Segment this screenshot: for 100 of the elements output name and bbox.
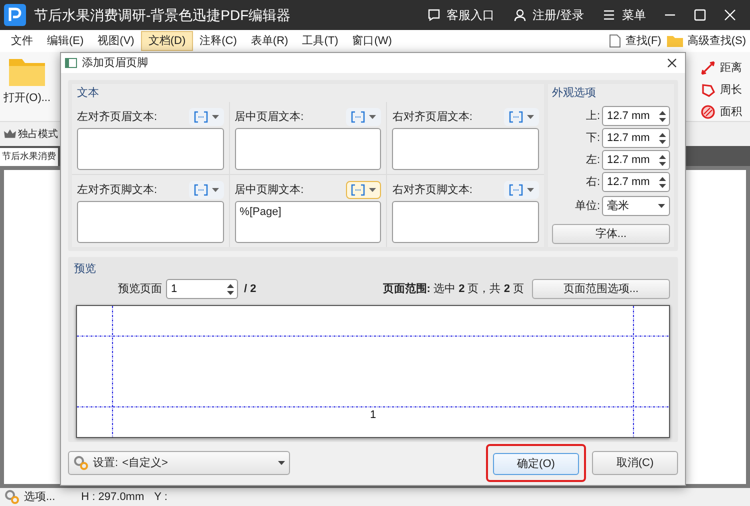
- title-bar-button[interactable]: 注册/登录: [512, 6, 584, 24]
- preview-page-label: 预览页面: [118, 282, 162, 297]
- search-button[interactable]: 查找(F): [609, 32, 662, 50]
- options-button[interactable]: 选项...: [4, 488, 56, 506]
- section-heading: 外观选项: [552, 86, 597, 101]
- title-bar-button[interactable]: 菜单: [602, 6, 646, 24]
- section-heading: 预览: [73, 262, 97, 277]
- field-label: 居中页脚文本:: [234, 182, 304, 198]
- menu-item[interactable]: 表单(R): [244, 31, 296, 51]
- margin-label: 上:: [586, 108, 600, 124]
- text-area[interactable]: %[Page]: [234, 201, 382, 243]
- spin-field[interactable]: 12.7 mm: [602, 128, 670, 148]
- caret-icon: [527, 188, 534, 192]
- window-icon: [65, 58, 77, 68]
- font-button[interactable]: 字体...: [552, 224, 670, 244]
- text-area[interactable]: [392, 201, 540, 243]
- spin-field[interactable]: 12.7 mm: [602, 150, 670, 170]
- page-number-text: 1: [370, 408, 376, 422]
- advanced-search-button[interactable]: 高级查找(S): [667, 32, 746, 50]
- menu-item[interactable]: 视图(V): [90, 31, 142, 51]
- gears-icon: [73, 455, 89, 471]
- text-area[interactable]: [234, 128, 382, 170]
- field-label: 左对齐页脚文本:: [77, 182, 158, 198]
- menu-item[interactable]: 文档(D): [141, 31, 193, 51]
- ruler-arrow-icon: [700, 60, 716, 76]
- title-bar-button[interactable]: 客服入口: [426, 6, 495, 24]
- user-icon: [512, 8, 527, 22]
- spinner-arrows-icon: [227, 284, 234, 294]
- macro-icon: [351, 111, 366, 123]
- chat-icon: [426, 8, 441, 22]
- caret-icon: [278, 461, 285, 465]
- caret-icon: [369, 115, 376, 119]
- folder-icon: [9, 56, 45, 86]
- hatched-circle-icon: [700, 104, 716, 120]
- close-icon[interactable]: [667, 58, 677, 68]
- spinner-arrows-icon: [659, 176, 666, 188]
- spin-field[interactable]: 12.7 mm: [602, 106, 670, 126]
- settings-dropdown[interactable]: 设置: <自定义>: [68, 451, 290, 475]
- caret-icon: [212, 188, 219, 192]
- field-label: 居中页眉文本:: [234, 110, 304, 125]
- field-label: 左对齐页眉文本:: [77, 110, 158, 125]
- caret-icon: [212, 115, 219, 119]
- page-total-text: / 2: [244, 282, 256, 297]
- menu-item[interactable]: 注释(C): [192, 31, 244, 51]
- menu-item[interactable]: 文件: [4, 31, 40, 51]
- page-range-text: 页面范围: 选中 2 页，共 2 页: [382, 282, 524, 297]
- window-title: 节后水果消费调研-背景色迅捷PDF编辑器: [34, 6, 291, 24]
- menu-icon: [602, 8, 616, 22]
- field-label: 右对齐页脚文本:: [392, 182, 472, 198]
- text-area[interactable]: [77, 128, 224, 170]
- macro-icon: [509, 111, 524, 123]
- polygon-icon: [700, 82, 716, 98]
- y-coordinate-text: Y :: [154, 490, 168, 505]
- section-heading: 文本: [76, 86, 100, 101]
- macro-icon: [509, 184, 524, 196]
- document-tab[interactable]: 节后水果消费: [0, 148, 58, 166]
- ok-button[interactable]: 确定(O): [493, 453, 579, 476]
- document-icon: [609, 34, 622, 48]
- spinner-arrows-icon: [659, 110, 666, 122]
- unit-label: 单位:: [574, 198, 600, 214]
- cancel-button[interactable]: 取消(C): [592, 451, 678, 475]
- spinner-arrows-icon: [659, 154, 666, 166]
- maximize-icon[interactable]: [694, 9, 706, 21]
- gears-icon: [4, 489, 20, 505]
- measure-tool-button[interactable]: 周长: [700, 80, 742, 100]
- text-area[interactable]: [392, 128, 540, 170]
- insert-macro-button[interactable]: [346, 108, 382, 126]
- folder-icon: [667, 35, 684, 47]
- app-logo-icon: [4, 4, 26, 26]
- insert-macro-button[interactable]: [504, 181, 540, 199]
- margin-label: 下:: [586, 130, 600, 146]
- dialog-title: 添加页眉页脚: [82, 56, 148, 71]
- field-label: 右对齐页眉文本:: [392, 110, 472, 125]
- insert-macro-button[interactable]: [188, 108, 224, 126]
- exclusive-mode-button[interactable]: 独占模式: [4, 126, 58, 142]
- menu-item[interactable]: 工具(T): [295, 31, 346, 51]
- spinner-arrows-icon: [659, 132, 666, 144]
- margin-label: 右:: [586, 174, 600, 190]
- menu-item[interactable]: 窗口(W): [345, 31, 399, 51]
- text-area[interactable]: [77, 201, 224, 243]
- menu-item[interactable]: 编辑(E): [40, 31, 91, 51]
- spin-field[interactable]: 1: [166, 279, 238, 299]
- macro-icon: [194, 184, 208, 196]
- spin-field[interactable]: 12.7 mm: [602, 172, 670, 192]
- insert-macro-button[interactable]: [188, 181, 224, 199]
- unit-dropdown[interactable]: 毫米: [602, 196, 670, 216]
- page-height-text: H : 297.0mm: [81, 490, 144, 505]
- measure-tool-button[interactable]: 距离: [700, 58, 742, 78]
- macro-icon: [194, 111, 208, 123]
- margin-label: 左:: [586, 152, 600, 168]
- insert-macro-button[interactable]: [504, 108, 540, 126]
- crown-icon: [4, 128, 16, 140]
- caret-icon: [527, 115, 534, 119]
- open-button[interactable]: 打开(O)...: [4, 56, 50, 106]
- caret-icon: [369, 188, 376, 192]
- page-range-options-button[interactable]: 页面范围选项...: [532, 279, 670, 299]
- caret-icon: [658, 204, 665, 208]
- macro-icon: [351, 184, 366, 196]
- insert-macro-button[interactable]: [346, 181, 382, 199]
- measure-tool-button[interactable]: 面积: [700, 102, 742, 122]
